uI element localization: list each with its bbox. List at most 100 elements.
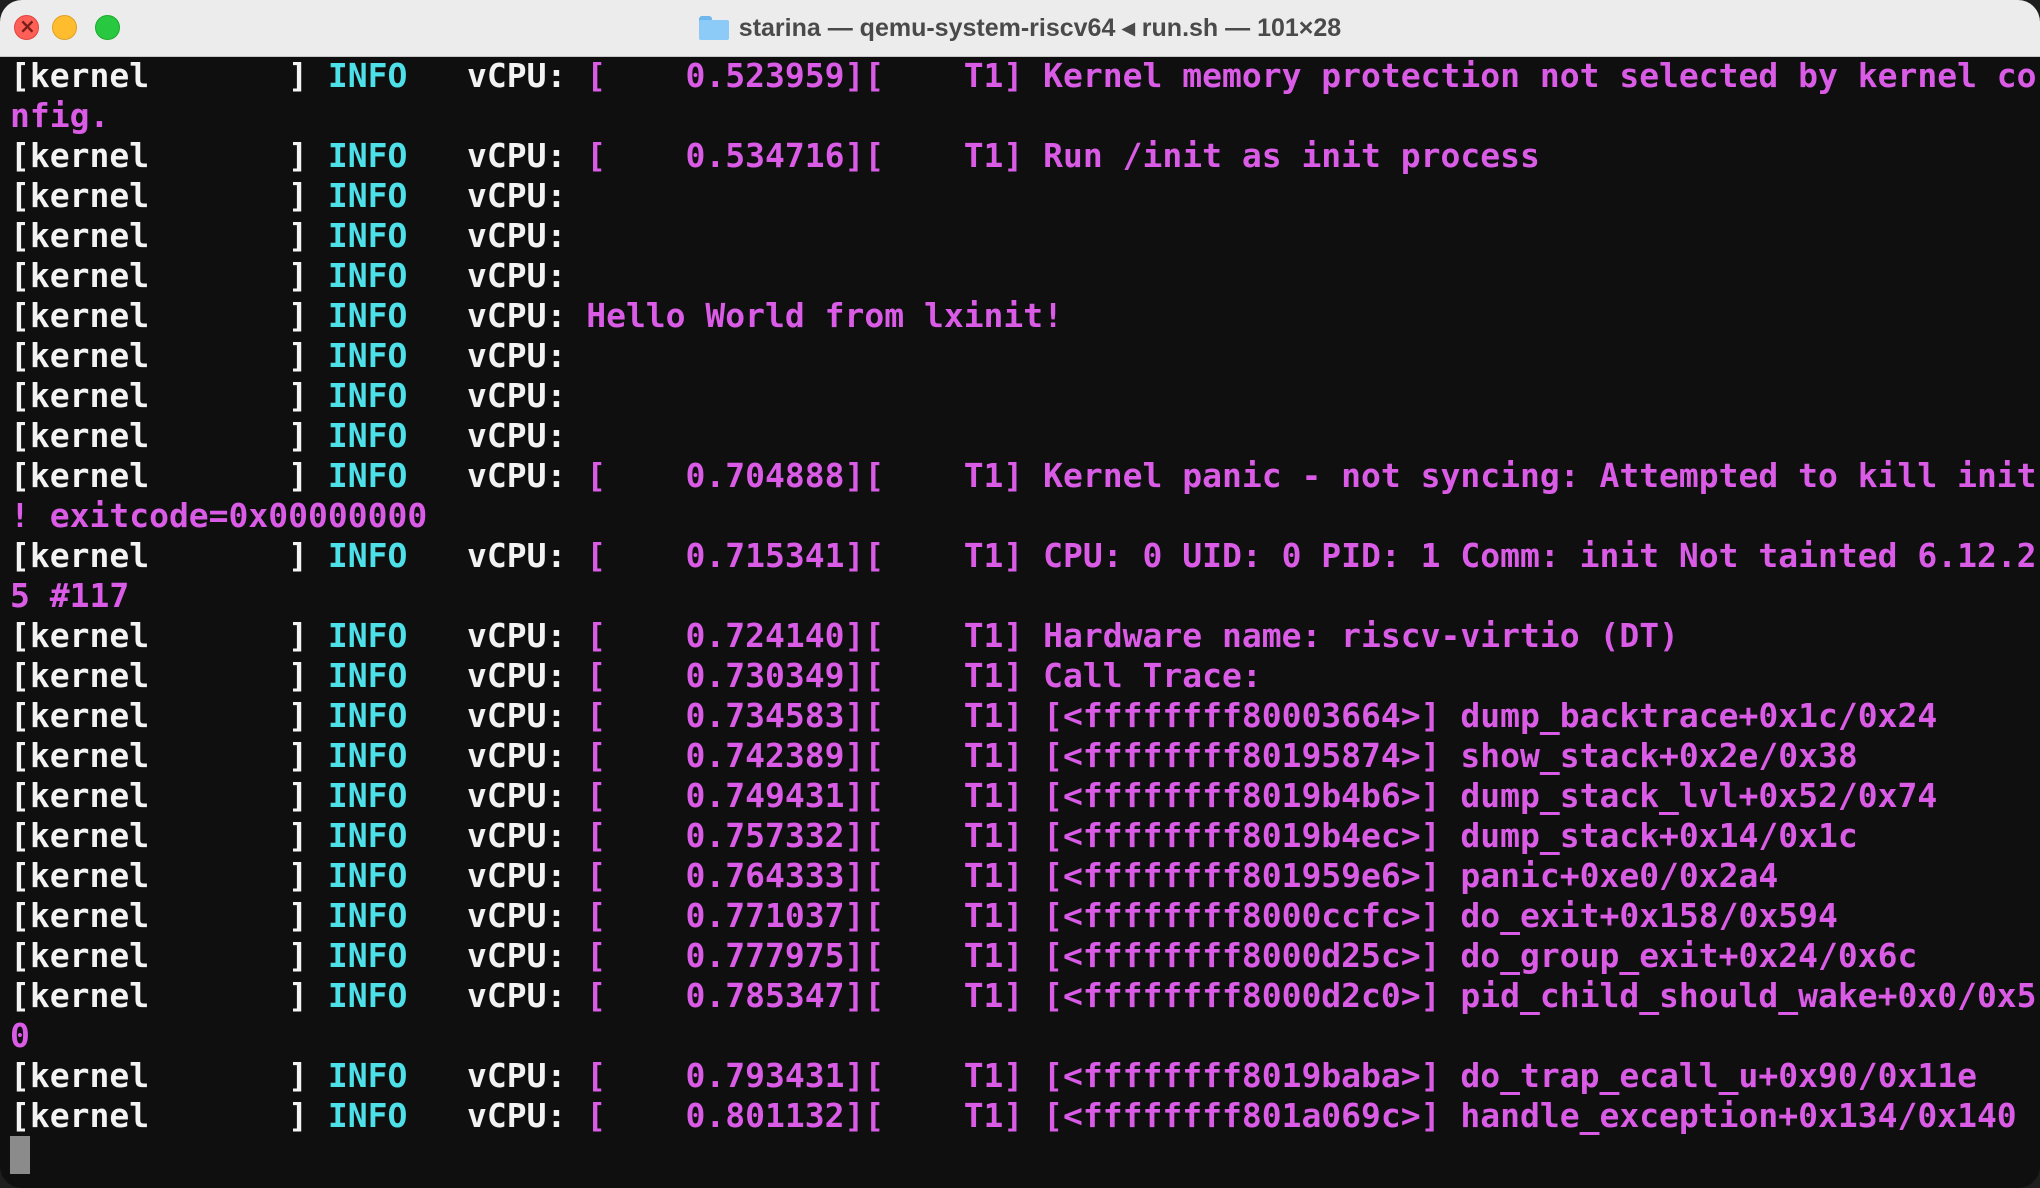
vcpu-label: vCPU: bbox=[466, 936, 567, 975]
vcpu-label: vCPU: bbox=[466, 136, 567, 175]
vcpu-label: vCPU: bbox=[466, 1096, 567, 1135]
terminal-line: [kernel ] INFO vCPU: bbox=[10, 376, 2030, 416]
log-message: 0 bbox=[10, 1016, 30, 1055]
log-level: INFO bbox=[327, 1096, 408, 1135]
terminal-line: [kernel ] INFO vCPU: bbox=[10, 176, 2030, 216]
terminal-line: [kernel ] INFO vCPU: [ 0.730349][ T1] Ca… bbox=[10, 656, 2030, 696]
terminal-line: [kernel ] INFO vCPU: [ 0.742389][ T1] [<… bbox=[10, 736, 2030, 776]
terminal-line: nfig. bbox=[10, 96, 2030, 136]
terminal-line: [kernel ] INFO vCPU: [ 0.757332][ T1] [<… bbox=[10, 816, 2030, 856]
log-level: INFO bbox=[327, 896, 408, 935]
log-level: INFO bbox=[327, 416, 408, 455]
terminal-line: [kernel ] INFO vCPU: [ 0.534716][ T1] Ru… bbox=[10, 136, 2030, 176]
vcpu-label: vCPU: bbox=[466, 416, 567, 455]
vcpu-label: vCPU: bbox=[466, 816, 567, 855]
terminal-line: [kernel ] INFO vCPU: [ 0.801132][ T1] [<… bbox=[10, 1096, 2030, 1136]
log-level: INFO bbox=[327, 816, 408, 855]
line-source: [kernel ] bbox=[10, 976, 309, 1015]
window-title-text: starina — qemu-system-riscv64 ◂ run.sh —… bbox=[738, 14, 1342, 42]
vcpu-label: vCPU: bbox=[466, 1056, 567, 1095]
window-title: starina — qemu-system-riscv64 ◂ run.sh —… bbox=[0, 0, 2040, 56]
terminal-line: [kernel ] INFO vCPU: [ 0.724140][ T1] Ha… bbox=[10, 616, 2030, 656]
log-message: [ 0.793431][ T1] [<ffffffff8019baba>] do… bbox=[586, 1056, 1977, 1095]
terminal-line: [kernel ] INFO vCPU: [ 0.715341][ T1] CP… bbox=[10, 536, 2037, 576]
log-message: [ 0.730349][ T1] Call Trace: bbox=[586, 656, 1262, 695]
line-source: [kernel ] bbox=[10, 1056, 309, 1095]
log-message: ! exitcode=0x00000000 bbox=[10, 496, 428, 535]
line-source: [kernel ] bbox=[10, 736, 309, 775]
log-message: [ 0.749431][ T1] [<ffffffff8019b4b6>] du… bbox=[586, 776, 1938, 815]
line-source: [kernel ] bbox=[10, 256, 309, 295]
line-source: [kernel ] bbox=[10, 536, 309, 575]
line-source: [kernel ] bbox=[10, 176, 309, 215]
log-message: [ 0.777975][ T1] [<ffffffff8000d25c>] do… bbox=[586, 936, 1918, 975]
log-level: INFO bbox=[327, 856, 408, 895]
line-source: [kernel ] bbox=[10, 416, 309, 455]
terminal-line: [kernel ] INFO vCPU: bbox=[10, 256, 2030, 296]
terminal-line: [kernel ] INFO vCPU: [ 0.749431][ T1] [<… bbox=[10, 776, 2030, 816]
log-level: INFO bbox=[327, 176, 408, 215]
folder-icon bbox=[698, 16, 729, 40]
line-source: [kernel ] bbox=[10, 216, 309, 255]
log-level: INFO bbox=[327, 376, 408, 415]
terminal-line: [kernel ] INFO vCPU: [ 0.764333][ T1] [<… bbox=[10, 856, 2030, 896]
title-bar[interactable]: starina — qemu-system-riscv64 ◂ run.sh —… bbox=[0, 0, 2040, 57]
log-level: INFO bbox=[327, 296, 408, 335]
vcpu-label: vCPU: bbox=[466, 536, 567, 575]
log-message: [ 0.704888][ T1] Kernel panic - not sync… bbox=[586, 456, 2037, 495]
vcpu-label: vCPU: bbox=[466, 456, 567, 495]
log-level: INFO bbox=[327, 136, 408, 175]
vcpu-label: vCPU: bbox=[466, 296, 567, 335]
text-cursor bbox=[10, 1136, 30, 1174]
prompt-line[interactable] bbox=[10, 1136, 2030, 1176]
terminal-line: [kernel ] INFO vCPU: [ 0.785347][ T1] [<… bbox=[10, 976, 2037, 1016]
line-source: [kernel ] bbox=[10, 936, 309, 975]
terminal-line: [kernel ] INFO vCPU: [ 0.771037][ T1] [<… bbox=[10, 896, 2030, 936]
terminal-output[interactable]: [kernel ] INFO vCPU: [ 0.523959][ T1] Ke… bbox=[10, 56, 2037, 1188]
vcpu-label: vCPU: bbox=[466, 256, 567, 295]
log-level: INFO bbox=[327, 936, 408, 975]
terminal-line: [kernel ] INFO vCPU: bbox=[10, 416, 2030, 456]
line-source: [kernel ] bbox=[10, 616, 309, 655]
line-source: [kernel ] bbox=[10, 896, 309, 935]
vcpu-label: vCPU: bbox=[466, 616, 567, 655]
log-message: [ 0.715341][ T1] CPU: 0 UID: 0 PID: 1 Co… bbox=[586, 536, 2037, 575]
line-source: [kernel ] bbox=[10, 376, 309, 415]
log-level: INFO bbox=[327, 1056, 408, 1095]
terminal-window: starina — qemu-system-riscv64 ◂ run.sh —… bbox=[0, 0, 2040, 1188]
vcpu-label: vCPU: bbox=[466, 776, 567, 815]
log-level: INFO bbox=[327, 256, 408, 295]
log-message: [ 0.801132][ T1] [<ffffffff801a069c>] ha… bbox=[586, 1096, 2017, 1135]
log-level: INFO bbox=[327, 56, 408, 95]
log-level: INFO bbox=[327, 536, 408, 575]
terminal-line: [kernel ] INFO vCPU: [ 0.734583][ T1] [<… bbox=[10, 696, 2030, 736]
line-source: [kernel ] bbox=[10, 336, 309, 375]
vcpu-label: vCPU: bbox=[466, 896, 567, 935]
log-message: Hello World from lxinit! bbox=[586, 296, 1064, 335]
vcpu-label: vCPU: bbox=[466, 856, 567, 895]
line-source: [kernel ] bbox=[10, 136, 309, 175]
line-source: [kernel ] bbox=[10, 856, 309, 895]
log-message: [ 0.764333][ T1] [<ffffffff801959e6>] pa… bbox=[586, 856, 1779, 895]
vcpu-label: vCPU: bbox=[466, 696, 567, 735]
log-message: [ 0.771037][ T1] [<ffffffff8000ccfc>] do… bbox=[586, 896, 1838, 935]
terminal-line: [kernel ] INFO vCPU: bbox=[10, 336, 2030, 376]
log-message: [ 0.757332][ T1] [<ffffffff8019b4ec>] du… bbox=[586, 816, 1858, 855]
line-source: [kernel ] bbox=[10, 296, 309, 335]
line-source: [kernel ] bbox=[10, 656, 309, 695]
log-level: INFO bbox=[327, 976, 408, 1015]
log-message: [ 0.523959][ T1] Kernel memory protectio… bbox=[586, 56, 2037, 95]
vcpu-label: vCPU: bbox=[466, 216, 567, 255]
log-message: [ 0.742389][ T1] [<ffffffff80195874>] sh… bbox=[586, 736, 1858, 775]
terminal-line: 0 bbox=[10, 1016, 2030, 1056]
vcpu-label: vCPU: bbox=[466, 376, 567, 415]
log-level: INFO bbox=[327, 616, 408, 655]
terminal-line: 5 #117 bbox=[10, 576, 2030, 616]
vcpu-label: vCPU: bbox=[466, 736, 567, 775]
log-message: [ 0.785347][ T1] [<ffffffff8000d2c0>] pi… bbox=[586, 976, 2037, 1015]
log-level: INFO bbox=[327, 696, 408, 735]
vcpu-label: vCPU: bbox=[466, 56, 567, 95]
line-source: [kernel ] bbox=[10, 816, 309, 855]
log-level: INFO bbox=[327, 336, 408, 375]
log-level: INFO bbox=[327, 736, 408, 775]
